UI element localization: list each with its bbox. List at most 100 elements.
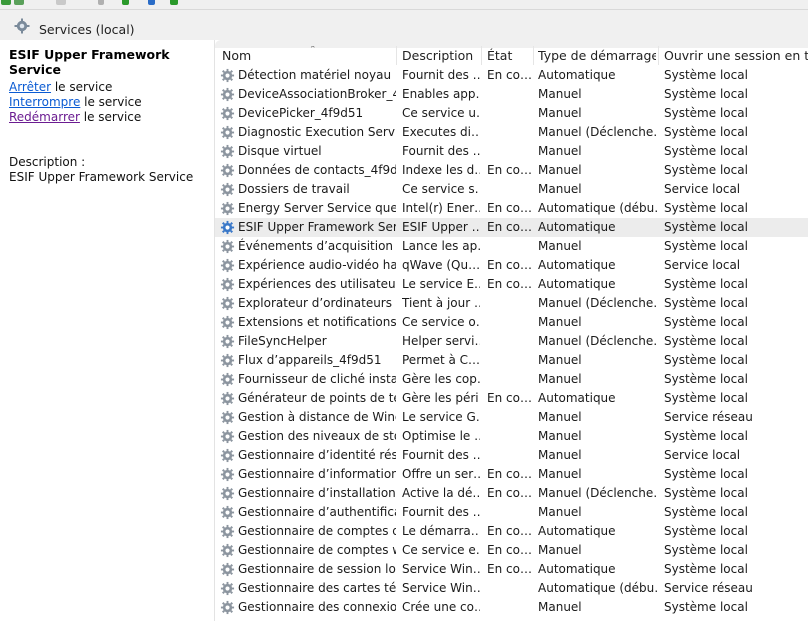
column-header-startup-type[interactable]: Type de démarrage xyxy=(538,46,656,65)
column-separator[interactable] xyxy=(658,46,659,65)
service-row[interactable]: Générateur de points de ter… Gère les pér… xyxy=(215,389,808,408)
service-description-cell: Helper servi… xyxy=(402,334,480,348)
service-row[interactable]: Gestion à distance de Wind… Le service G…… xyxy=(215,408,808,427)
service-gear-icon xyxy=(220,258,235,273)
service-name-cell: Gestionnaire d’identité rése… xyxy=(238,448,396,462)
column-header-startup-type-label: Type de démarrage xyxy=(538,48,656,63)
service-name-cell: Événements d’acquisition d… xyxy=(238,239,396,253)
service-name-cell: Générateur de points de ter… xyxy=(238,391,396,405)
service-row[interactable]: Extensions et notifications … Ce service … xyxy=(215,313,808,332)
service-startup-type-cell: Manuel xyxy=(538,87,582,101)
service-row[interactable]: Gestionnaire de comptes web Ce service e…… xyxy=(215,541,808,560)
pause-service-link[interactable]: Interrompre xyxy=(9,95,80,109)
column-header-state[interactable]: État xyxy=(487,46,532,65)
help-icon[interactable] xyxy=(56,0,66,5)
service-description-cell: Service Win… xyxy=(402,562,480,576)
service-state-cell: En co… xyxy=(487,524,532,538)
service-state-cell: En co… xyxy=(487,220,532,234)
service-description-cell: Le service E… xyxy=(402,277,480,291)
service-startup-type-cell: Manuel xyxy=(538,429,582,443)
service-row[interactable]: DevicePicker_4f9d51 Ce service u… Manuel Sy… xyxy=(215,104,808,123)
service-row[interactable]: Gestionnaire des connexion… Crée une co… M… xyxy=(215,598,808,617)
service-startup-type-cell: Manuel xyxy=(538,353,582,367)
service-state-cell xyxy=(487,104,532,123)
service-gear-icon xyxy=(220,277,235,292)
service-state-cell xyxy=(487,370,532,389)
service-row[interactable]: Expérience audio-vidéo hau… qWave (Qu… En … xyxy=(215,256,808,275)
service-state-cell xyxy=(487,180,532,199)
column-separator[interactable] xyxy=(533,46,534,65)
service-row[interactable]: Gestionnaire d’authentificat… Fournit des… xyxy=(215,503,808,522)
service-row[interactable]: Dossiers de travail Ce service s… Manuel Se… xyxy=(215,180,808,199)
service-logon-cell: Système local xyxy=(664,486,748,500)
stop-service-suffix: le service xyxy=(51,80,113,94)
service-state-cell: En co… xyxy=(487,68,532,82)
stop-service-action: Arrêter le service xyxy=(9,80,112,95)
service-row[interactable]: Fournisseur de cliché instan… Gère les co… xyxy=(215,370,808,389)
service-state-cell xyxy=(487,598,532,617)
service-startup-type-cell: Manuel xyxy=(538,239,582,253)
service-name-cell: Expériences des utilisateurs … xyxy=(238,277,396,291)
column-header-name[interactable]: Nom ⌃ xyxy=(222,46,394,65)
service-row[interactable]: Gestionnaire d’identité rése… Fournit des… xyxy=(215,446,808,465)
service-startup-type-cell: Automatique (débu… xyxy=(538,201,658,215)
restart-service-icon[interactable] xyxy=(170,0,178,5)
service-description-cell: Le démarra… xyxy=(402,524,480,538)
export-icon[interactable] xyxy=(14,0,24,5)
service-description-cell: Gère les péri… xyxy=(402,391,480,405)
service-gear-icon xyxy=(220,239,235,254)
service-startup-type-cell: Automatique xyxy=(538,68,616,82)
service-description-cell: Le service G… xyxy=(402,410,480,424)
properties-icon[interactable] xyxy=(98,0,104,5)
service-startup-type-cell: Manuel (Déclenche… xyxy=(538,334,658,348)
service-row[interactable]: Gestion des niveaux de stoc… Optimise le … xyxy=(215,427,808,446)
service-row[interactable]: Flux d’appareils_4f9d51 Permet à C… Manuel… xyxy=(215,351,808,370)
service-row[interactable]: Expériences des utilisateurs … Le service… xyxy=(215,275,808,294)
service-row[interactable]: Gestionnaire d’informations… Offre un ser… xyxy=(215,465,808,484)
stop-service-link[interactable]: Arrêter xyxy=(9,80,51,94)
service-row[interactable]: FileSyncHelper Helper servi… Manuel (Décle… xyxy=(215,332,808,351)
service-description-cell: Gère les cop… xyxy=(402,372,480,386)
service-description-cell: Lance les ap… xyxy=(402,239,480,253)
service-logon-cell: Système local xyxy=(664,144,748,158)
restart-service-link[interactable]: Redémarrer xyxy=(9,110,80,124)
service-state-cell: En co… xyxy=(487,201,532,215)
service-row[interactable]: Gestionnaire des cartes télé… Service Win… xyxy=(215,579,808,598)
column-separator[interactable] xyxy=(396,46,397,65)
service-gear-icon xyxy=(220,334,235,349)
service-row[interactable]: Gestionnaire d’installation d… Active la … xyxy=(215,484,808,503)
pause-service-icon[interactable] xyxy=(148,0,155,5)
service-name-cell: Données de contacts_4f9d51 xyxy=(238,163,396,177)
column-header-description[interactable]: Description xyxy=(402,46,480,65)
service-row[interactable]: Disque virtuel Fournit des … Manuel Système… xyxy=(215,142,808,161)
service-row[interactable]: Gestionnaire de session loc… Service Win…… xyxy=(215,560,808,579)
service-gear-icon xyxy=(220,106,235,121)
service-description-cell: qWave (Qu… xyxy=(402,258,480,272)
service-row[interactable]: DeviceAssociationBroker_4f… Enables app… M… xyxy=(215,85,808,104)
service-row[interactable]: Gestionnaire de comptes de… Le démarra… En… xyxy=(215,522,808,541)
service-startup-type-cell: Automatique xyxy=(538,524,616,538)
service-gear-icon xyxy=(220,182,235,197)
service-row[interactable]: Événements d’acquisition d… Lance les ap…… xyxy=(215,237,808,256)
service-row[interactable]: Détection matériel noyau Fournit des … En … xyxy=(215,66,808,85)
service-row[interactable]: ESIF Upper Framework Servi… ESIF Upper … E… xyxy=(215,218,808,237)
service-gear-icon xyxy=(220,391,235,406)
column-separator[interactable] xyxy=(481,46,482,65)
start-service-icon[interactable] xyxy=(122,0,129,5)
service-gear-icon xyxy=(220,505,235,520)
service-row[interactable]: Energy Server Service queen… Intel(r) Ene… xyxy=(215,199,808,218)
service-gear-icon xyxy=(220,87,235,102)
service-row[interactable]: Diagnostic Execution Service Executes di…… xyxy=(215,123,808,142)
service-startup-type-cell: Manuel xyxy=(538,467,582,481)
back-icon[interactable] xyxy=(1,0,11,5)
service-logon-cell: Système local xyxy=(664,353,748,367)
service-state-cell xyxy=(487,427,532,446)
service-row[interactable]: Explorateur d’ordinateurs Tient à jour … M… xyxy=(215,294,808,313)
column-header-logon-as[interactable]: Ouvrir une session en tant que xyxy=(664,46,808,65)
service-startup-type-cell: Manuel xyxy=(538,144,582,158)
service-startup-type-cell: Manuel xyxy=(538,600,582,614)
service-row[interactable]: Données de contacts_4f9d51 Indexe les d… E… xyxy=(215,161,808,180)
service-description-cell: Executes di… xyxy=(402,125,480,139)
service-logon-cell: Système local xyxy=(664,106,748,120)
sort-ascending-icon: ⌃ xyxy=(309,46,317,55)
